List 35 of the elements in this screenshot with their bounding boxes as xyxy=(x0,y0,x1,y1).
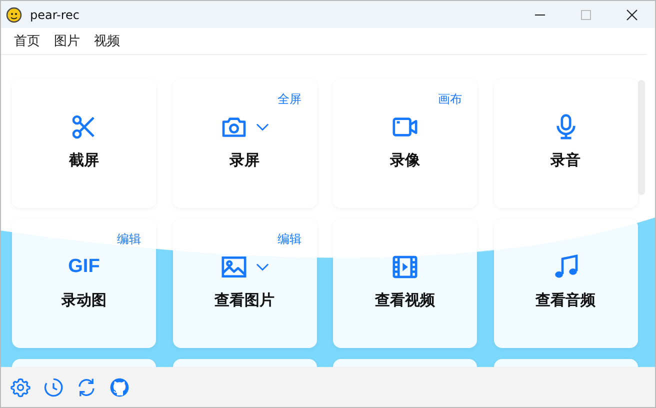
card-label: 截屏 xyxy=(69,151,99,170)
card-label: 查看视频 xyxy=(375,291,435,310)
film-play-icon xyxy=(391,253,419,281)
menu-item[interactable]: 视频 xyxy=(94,32,120,50)
tool-card[interactable]: 全屏 录屏 xyxy=(172,79,316,208)
tool-card[interactable]: 编辑 GIF 录动图 xyxy=(12,219,156,348)
menu-item[interactable]: 首页 xyxy=(14,32,40,50)
card-label: 录屏 xyxy=(230,151,260,170)
tool-card[interactable]: 查看音频 xyxy=(494,219,638,348)
card-label: 录像 xyxy=(390,151,420,170)
tool-card[interactable]: 画布 录像 xyxy=(333,79,477,208)
menu-item[interactable]: 图片 xyxy=(54,32,80,50)
mode-link[interactable]: 画布 xyxy=(438,91,462,108)
window-title: pear-rec xyxy=(30,8,80,22)
refresh-icon[interactable] xyxy=(76,376,97,398)
card-label: 录动图 xyxy=(62,291,106,310)
mode-link[interactable]: 编辑 xyxy=(278,231,302,248)
card-label: 查看图片 xyxy=(214,291,274,310)
app-logo-icon xyxy=(6,6,22,22)
tool-card[interactable]: 编辑 查看图片 xyxy=(172,219,316,348)
mode-link[interactable]: 全屏 xyxy=(278,91,302,108)
caret-icon[interactable] xyxy=(256,123,269,131)
caret-icon[interactable] xyxy=(256,263,269,271)
gif-label: GIF xyxy=(68,256,100,278)
tool-card[interactable]: 查看视频 xyxy=(333,219,477,348)
history-icon[interactable] xyxy=(43,376,64,398)
settings-icon[interactable] xyxy=(10,376,31,398)
card-label: 录音 xyxy=(550,151,580,170)
tool-card[interactable]: 录音 xyxy=(494,79,638,208)
mode-link[interactable]: 编辑 xyxy=(117,231,141,248)
close-icon xyxy=(626,8,638,20)
maximize-icon xyxy=(580,8,592,20)
card-label: 查看音频 xyxy=(536,291,596,310)
tool-card[interactable]: 截屏 xyxy=(12,79,156,208)
cat-logo-icon[interactable] xyxy=(109,376,130,398)
